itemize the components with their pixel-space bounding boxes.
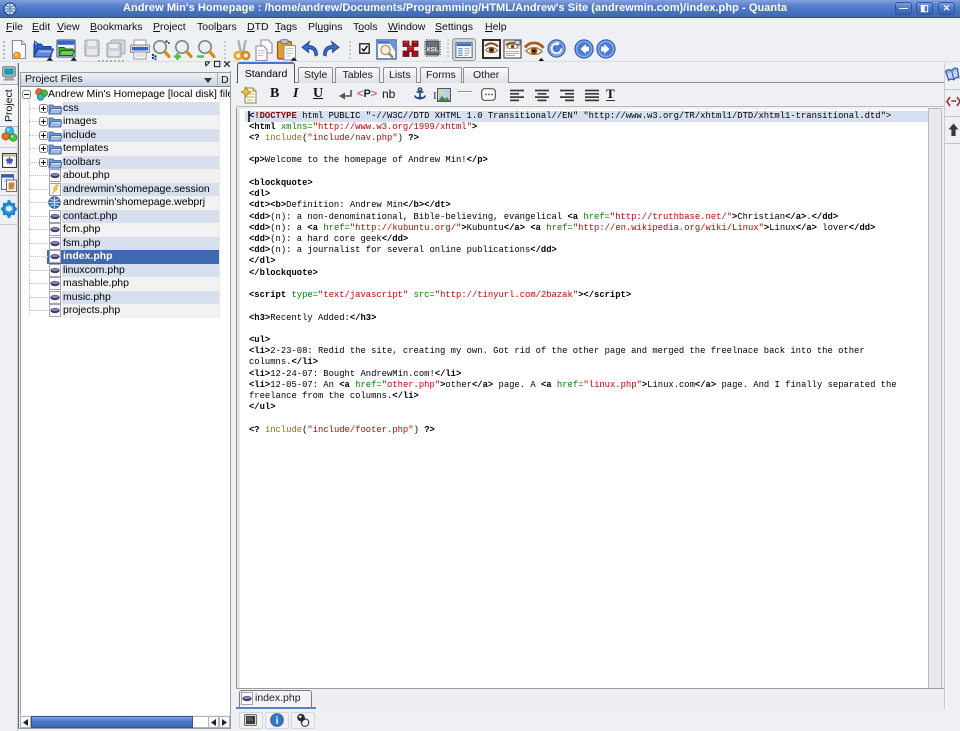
svg-text:i: i bbox=[276, 716, 279, 727]
svg-text:I: I bbox=[433, 90, 437, 102]
svg-text:XSL: XSL bbox=[426, 47, 439, 54]
